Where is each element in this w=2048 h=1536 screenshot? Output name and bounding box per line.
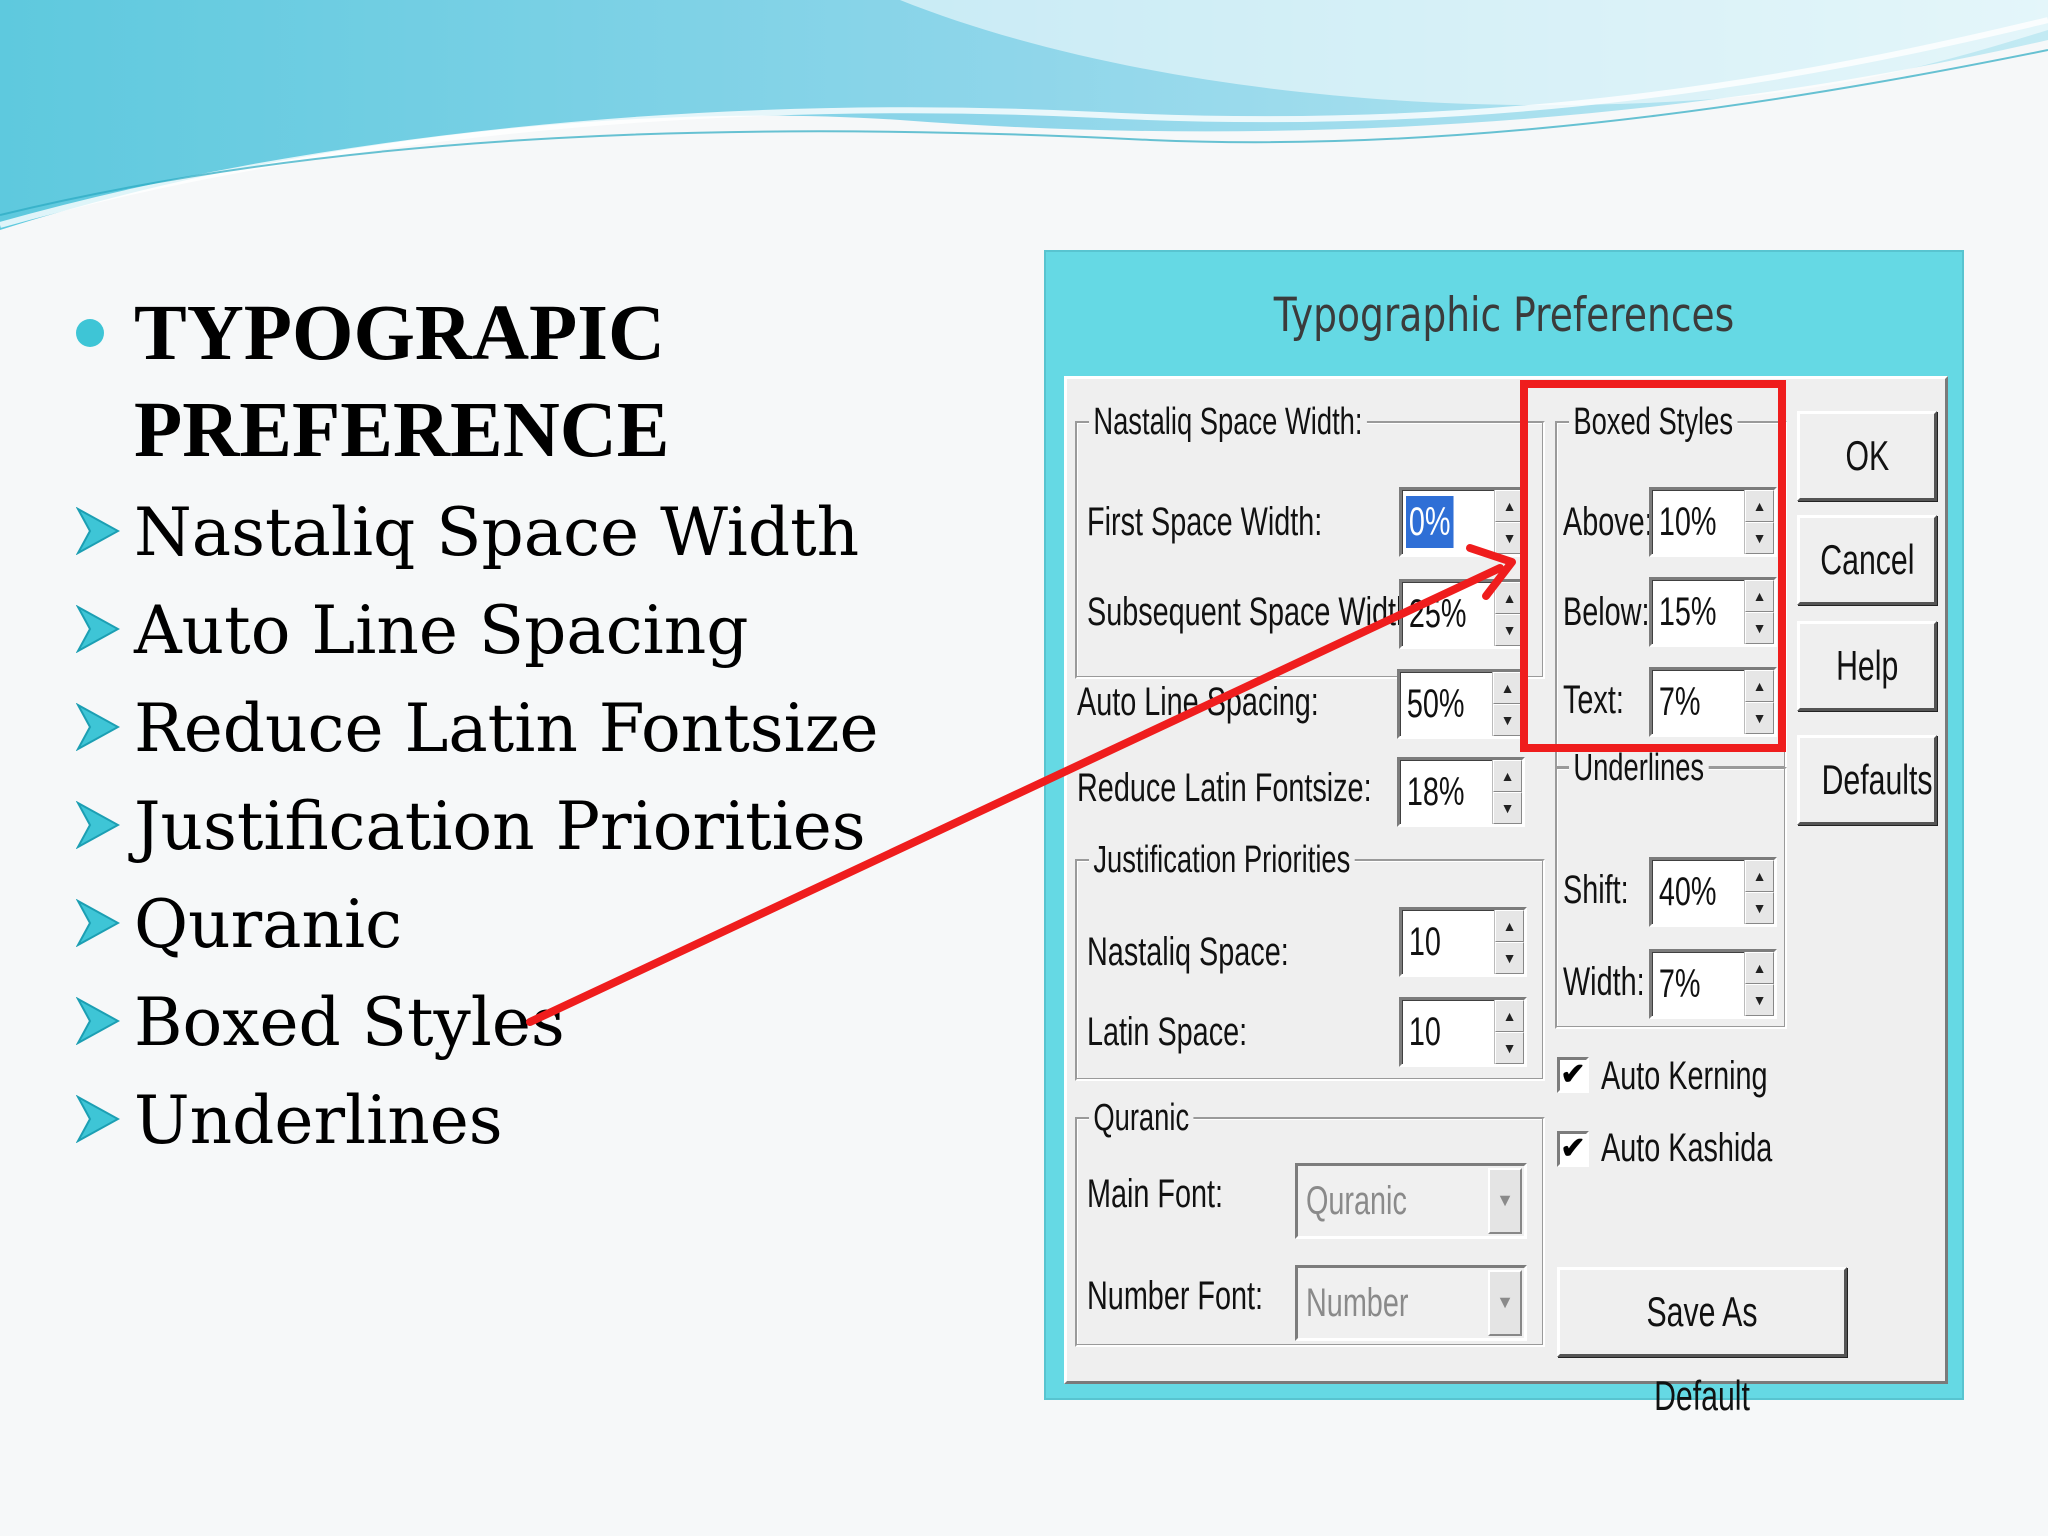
callout-arrow <box>526 544 1516 1026</box>
